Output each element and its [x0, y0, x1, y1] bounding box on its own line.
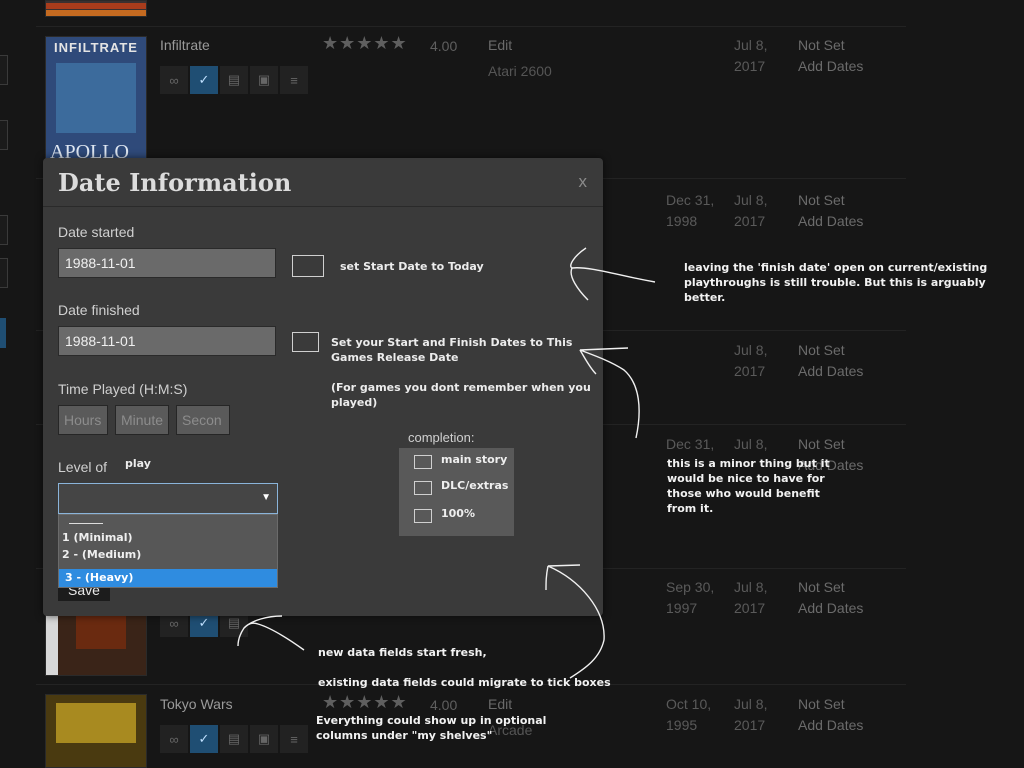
annotation-migrate: existing data fields could migrate to ti… — [318, 676, 611, 689]
annotation-shelves: Everything could show up in optional col… — [316, 714, 547, 742]
annotation-minor: this is a minor thing but it would be ni… — [667, 457, 830, 515]
annotation-fresh: new data fields start fresh, — [318, 646, 487, 659]
annotation-arrows — [237, 247, 656, 679]
annotation-finish-date: leaving the 'finish date' open on curren… — [684, 261, 988, 304]
